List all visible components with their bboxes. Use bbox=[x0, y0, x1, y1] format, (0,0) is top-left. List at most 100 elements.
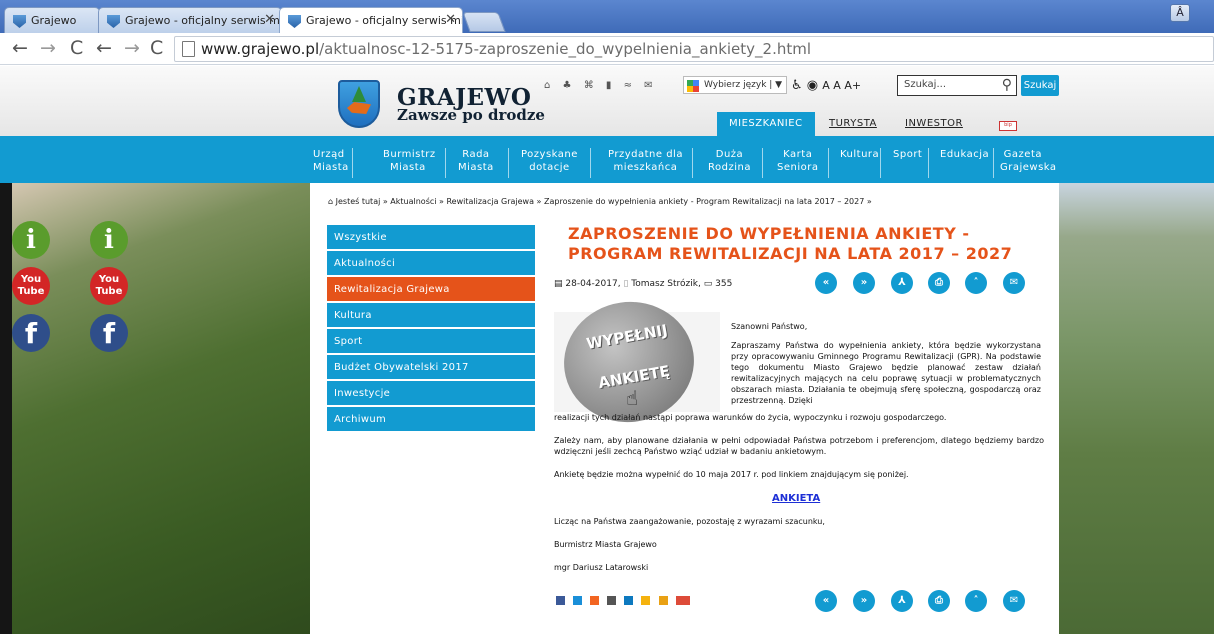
search-icon[interactable]: ⚲ bbox=[1002, 77, 1012, 93]
previous-article-icon[interactable]: « bbox=[815, 590, 837, 612]
nav-przydatne-dla-mieszkanca[interactable]: Przydatne dla mieszkańca bbox=[608, 148, 683, 174]
search-button[interactable]: Szukaj bbox=[1021, 75, 1059, 96]
url-text[interactable]: www.grajewo.pl/aktualnosc-12-5175-zapros… bbox=[201, 40, 811, 58]
forward-arrow-icon[interactable]: → bbox=[40, 37, 56, 59]
article-views: 355 bbox=[715, 279, 733, 289]
forward-arrow-icon[interactable]: → bbox=[124, 37, 140, 59]
address-bar[interactable]: www.grajewo.pl/aktualnosc-12-5175-zapros… bbox=[174, 36, 1214, 62]
myspace-share-icon[interactable] bbox=[607, 596, 617, 605]
nav-burmistrz-miasta[interactable]: Burmistrz Miasta bbox=[383, 148, 436, 174]
sidebar-item-aktualnosci[interactable]: Aktualności bbox=[327, 251, 535, 275]
facebook-icon[interactable]: f bbox=[12, 314, 50, 352]
wykop-share-icon[interactable] bbox=[624, 596, 634, 605]
close-tab-icon[interactable]: ✕ bbox=[264, 12, 275, 27]
content-panel: ⌂ Jesteś tutaj » Aktualności » Rewitaliz… bbox=[310, 183, 1059, 634]
twitter-share-icon[interactable] bbox=[573, 596, 583, 605]
sitemap-icon[interactable]: ⌘ bbox=[584, 80, 594, 91]
webpage: GRAJEWO Zawsze po drodze ⌂ ♣ ⌘ ▮ ≈ ✉ Wyb… bbox=[0, 66, 1214, 634]
tab-turysta[interactable]: TURYSTA bbox=[817, 112, 889, 136]
previous-article-icon[interactable]: « bbox=[815, 272, 837, 294]
rss-icon[interactable]: ≈ bbox=[624, 80, 632, 91]
breadcrumb-current: Zaproszenie do wypełnienia ankiety - Pro… bbox=[544, 197, 865, 206]
pdf-icon[interactable]: ⅄ bbox=[891, 590, 913, 612]
users-icon[interactable]: ♣ bbox=[563, 80, 572, 91]
back-arrow-icon[interactable]: ← bbox=[96, 37, 112, 59]
youtube-icon[interactable]: You Tube bbox=[90, 267, 128, 305]
close-tab-icon[interactable]: ✕ bbox=[445, 12, 456, 27]
article-closing: Licząc na Państwa zaangażowanie, pozosta… bbox=[554, 517, 825, 526]
accessibility-tools: ♿ ◉ A A A+ bbox=[791, 78, 861, 93]
nav-sport[interactable]: Sport bbox=[893, 148, 922, 161]
accessibility-icon[interactable]: ♿ bbox=[791, 78, 803, 93]
nav-edukacja[interactable]: Edukacja bbox=[940, 148, 989, 161]
home-icon[interactable]: ⌂ bbox=[544, 80, 550, 91]
font-size-controls[interactable]: A A A+ bbox=[822, 79, 861, 92]
sidebar-item-sport[interactable]: Sport bbox=[327, 329, 535, 353]
browser-tab-2[interactable]: Grajewo - oficjalny serwis mi ✕ bbox=[98, 7, 282, 33]
facebook-share-icon[interactable] bbox=[556, 596, 565, 605]
breadcrumb-link[interactable]: Rewitalizacja Grajewa bbox=[446, 197, 534, 206]
bip-logo[interactable]: bip bbox=[999, 121, 1017, 131]
article-paragraph: Ankietę będzie można wypełnić do 10 maja… bbox=[554, 470, 909, 479]
browser-toolbar: ← → C ← → C www.grajewo.pl/aktualnosc-12… bbox=[0, 33, 1214, 65]
sidebar-item-budzet[interactable]: Budżet Obywatelski 2017 bbox=[327, 355, 535, 379]
mail-icon[interactable]: ✉ bbox=[644, 80, 652, 91]
next-article-icon[interactable]: » bbox=[853, 272, 875, 294]
tab-mieszkaniec[interactable]: MIESZKANIEC bbox=[717, 112, 815, 136]
print-icon[interactable]: ⎙ bbox=[928, 590, 950, 612]
nav-gazeta-grajewska[interactable]: Gazeta Grajewska bbox=[1000, 148, 1056, 174]
nav-kultura[interactable]: Kultura bbox=[840, 148, 879, 161]
scroll-top-icon[interactable]: ˄ bbox=[965, 590, 987, 612]
home-icon[interactable]: ⌂ bbox=[328, 197, 333, 206]
language-select[interactable]: Wybierz język | ▼ bbox=[683, 76, 788, 94]
site-motto: Zawsze po drodze bbox=[397, 106, 545, 124]
sidebar-item-wszystkie[interactable]: Wszystkie bbox=[327, 225, 535, 249]
nav-karta-seniora[interactable]: Karta Seniora bbox=[777, 148, 818, 174]
sidebar-item-archiwum[interactable]: Archiwum bbox=[327, 407, 535, 431]
nav-urzad-miasta[interactable]: Urząd Miasta bbox=[313, 148, 349, 174]
browser-tab-3[interactable]: Grajewo - oficjalny serwis mi ✕ bbox=[279, 7, 463, 33]
window-user-button[interactable]: Â bbox=[1170, 4, 1190, 22]
mobile-icon[interactable]: ▮ bbox=[606, 80, 612, 91]
tab-label: Grajewo bbox=[31, 14, 77, 27]
nav-rada-miasta[interactable]: Rada Miasta bbox=[458, 148, 494, 174]
blogger-share-icon[interactable] bbox=[590, 596, 600, 605]
language-select-label: Wybierz język bbox=[704, 80, 767, 90]
grajewo-coat-of-arms-logo[interactable] bbox=[338, 80, 380, 128]
google-plus-share-icon[interactable] bbox=[675, 596, 690, 605]
search-input[interactable]: Szukaj... ⚲ bbox=[897, 75, 1017, 96]
reload-icon[interactable]: C bbox=[70, 37, 83, 59]
youtube-icon[interactable]: You Tube bbox=[12, 267, 50, 305]
reload-icon[interactable]: C bbox=[150, 37, 163, 59]
new-tab-button[interactable] bbox=[462, 12, 506, 32]
main-navigation: Urząd Miasta Burmistrz Miasta Rada Miasta P… bbox=[0, 136, 1214, 183]
nav-separator bbox=[352, 148, 353, 178]
nav-pozyskane-dotacje[interactable]: Pozyskane dotacje bbox=[521, 148, 578, 174]
tab-inwestor[interactable]: INWESTOR bbox=[893, 112, 975, 136]
header-tools: ⌂ ♣ ⌘ ▮ ≈ ✉ bbox=[544, 80, 662, 91]
info-icon[interactable]: i bbox=[12, 221, 50, 259]
next-article-icon[interactable]: » bbox=[853, 590, 875, 612]
pdf-icon[interactable]: ⅄ bbox=[891, 272, 913, 294]
browser-tab-1[interactable]: Grajewo bbox=[4, 7, 100, 33]
contrast-eye-icon[interactable]: ◉ bbox=[807, 78, 818, 93]
info-icon[interactable]: i bbox=[90, 221, 128, 259]
email-icon[interactable]: ✉ bbox=[1003, 590, 1025, 612]
back-arrow-icon[interactable]: ← bbox=[12, 37, 28, 59]
nav-duza-rodzina[interactable]: Duża Rodzina bbox=[708, 148, 751, 174]
facebook-icon[interactable]: f bbox=[90, 314, 128, 352]
search-placeholder: Szukaj... bbox=[904, 79, 946, 90]
share-icons bbox=[556, 596, 693, 606]
breadcrumb-link[interactable]: Aktualności bbox=[390, 197, 436, 206]
sidebar-item-rewitalizacja[interactable]: Rewitalizacja Grajewa bbox=[327, 277, 535, 301]
sidebar-item-inwestycje[interactable]: Inwestycje bbox=[327, 381, 535, 405]
print-icon[interactable]: ⎙ bbox=[928, 272, 950, 294]
survey-link[interactable]: ANKIETA bbox=[772, 493, 820, 504]
email-share-icon[interactable] bbox=[658, 596, 668, 605]
sidebar-item-kultura[interactable]: Kultura bbox=[327, 303, 535, 327]
grajewo-favicon-icon bbox=[13, 15, 26, 28]
bookmark-share-icon[interactable] bbox=[641, 596, 651, 605]
breadcrumb: ⌂ Jesteś tutaj » Aktualności » Rewitaliz… bbox=[328, 197, 872, 206]
scroll-top-icon[interactable]: ˄ bbox=[965, 272, 987, 294]
email-icon[interactable]: ✉ bbox=[1003, 272, 1025, 294]
